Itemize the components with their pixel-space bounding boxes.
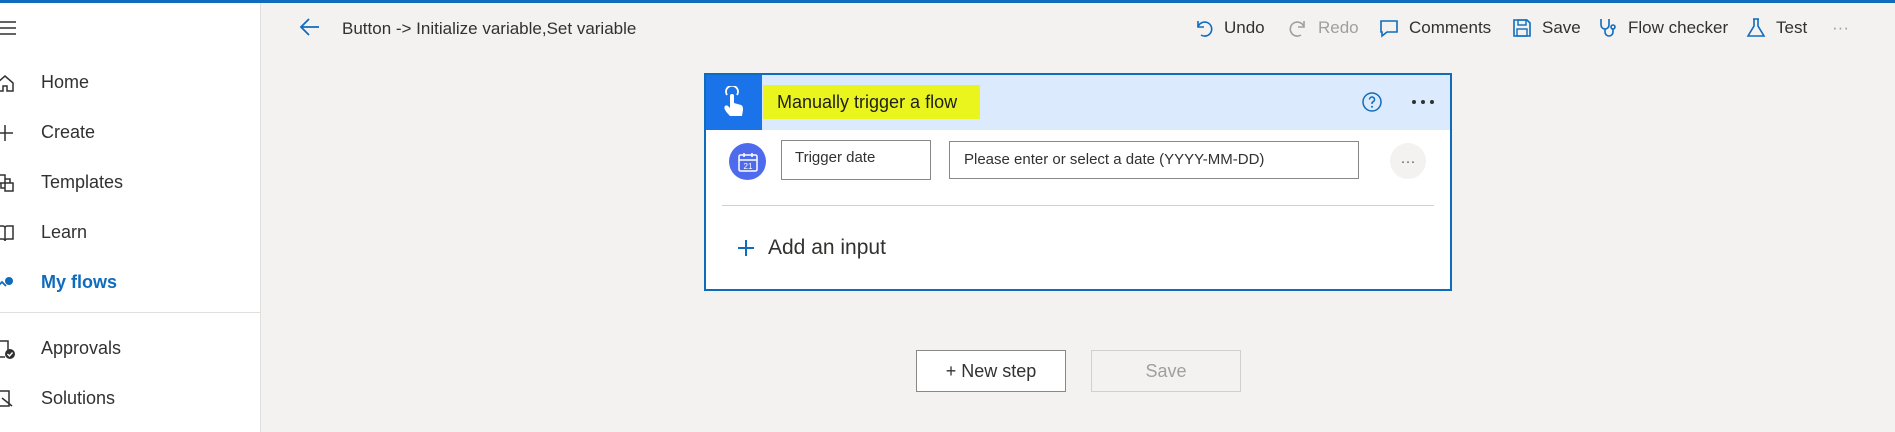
home-icon bbox=[0, 75, 14, 92]
stethoscope-icon bbox=[1600, 19, 1616, 37]
calendar-icon: 21 bbox=[729, 143, 766, 180]
sidebar-item-my-flows[interactable]: My flows bbox=[0, 265, 258, 299]
sidebar-item-learn[interactable]: Learn bbox=[0, 215, 258, 249]
sidebar-item-label: Approvals bbox=[41, 337, 122, 358]
approvals-icon bbox=[0, 340, 15, 359]
date-value-field[interactable]: Please enter or select a date (YYYY-MM-D… bbox=[949, 141, 1359, 179]
flow-title: Button -> Initialize variable,Set variab… bbox=[342, 19, 637, 38]
flask-icon bbox=[1746, 18, 1766, 37]
input-row-more-button[interactable]: ··· bbox=[1390, 143, 1426, 179]
card-more-options-icon[interactable] bbox=[1408, 89, 1438, 115]
flows-icon bbox=[0, 277, 13, 287]
input-name-field[interactable]: Trigger date bbox=[781, 140, 931, 180]
touch-hand-icon bbox=[724, 85, 743, 116]
redo-icon bbox=[1289, 21, 1305, 37]
more-commands-button[interactable]: ··· bbox=[1832, 15, 1849, 41]
plus-icon bbox=[738, 240, 754, 256]
solutions-icon bbox=[0, 390, 13, 407]
add-input-label: Add an input bbox=[768, 236, 886, 259]
templates-icon bbox=[0, 174, 14, 192]
save-button[interactable]: Save bbox=[1091, 350, 1241, 392]
sidebar-item-label: Home bbox=[41, 71, 90, 92]
help-icon[interactable] bbox=[1361, 91, 1383, 113]
sidebar-item-templates[interactable]: Templates bbox=[0, 165, 258, 199]
new-step-button[interactable]: + New step bbox=[916, 350, 1066, 392]
flow-checker-label: Flow checker bbox=[1628, 18, 1729, 37]
trigger-icon-box bbox=[706, 75, 762, 130]
plus-icon bbox=[0, 125, 13, 141]
undo-button[interactable]: Undo bbox=[1193, 15, 1265, 41]
add-input-button[interactable]: Add an input bbox=[736, 233, 886, 263]
left-navigation: Home Create Templates Learn My flows App… bbox=[0, 3, 261, 432]
save-toolbar-button[interactable]: Save bbox=[1511, 15, 1581, 41]
card-divider bbox=[722, 205, 1434, 206]
save-label: Save bbox=[1542, 18, 1581, 37]
calendar-day-text: 21 bbox=[743, 162, 752, 171]
comments-button[interactable]: Comments bbox=[1378, 15, 1491, 41]
trigger-card: Manually trigger a flow 21 Trigger date … bbox=[704, 73, 1452, 291]
flow-checker-button[interactable]: Flow checker bbox=[1597, 15, 1728, 41]
redo-button[interactable]: Redo bbox=[1287, 15, 1359, 41]
sidebar-divider bbox=[0, 312, 260, 313]
test-label: Test bbox=[1776, 18, 1808, 37]
top-accent-line bbox=[0, 0, 1895, 3]
hamburger-menu-icon[interactable] bbox=[0, 18, 18, 38]
row-more-label: ··· bbox=[1400, 152, 1416, 170]
comment-icon bbox=[1380, 20, 1398, 38]
book-icon bbox=[0, 225, 14, 242]
sidebar-item-label: Create bbox=[41, 121, 96, 142]
sidebar-item-label: Templates bbox=[41, 171, 124, 192]
undo-icon bbox=[1197, 21, 1213, 37]
sidebar-item-approvals[interactable]: Approvals bbox=[0, 331, 258, 365]
card-title[interactable]: Manually trigger a flow bbox=[763, 85, 980, 119]
sidebar-item-label: Solutions bbox=[41, 387, 116, 408]
undo-label: Undo bbox=[1224, 18, 1265, 37]
sidebar-item-label: My flows bbox=[41, 271, 118, 292]
sidebar-item-label: Learn bbox=[41, 221, 88, 242]
back-arrow-icon[interactable] bbox=[297, 15, 323, 39]
test-button[interactable]: Test bbox=[1745, 15, 1807, 41]
sidebar-item-home[interactable]: Home bbox=[0, 65, 258, 99]
save-icon bbox=[1513, 19, 1531, 37]
calendar-glyph: 21 bbox=[737, 152, 758, 172]
redo-label: Redo bbox=[1318, 18, 1359, 37]
sidebar-item-solutions[interactable]: Solutions bbox=[0, 381, 258, 415]
trigger-card-header[interactable]: Manually trigger a flow bbox=[706, 75, 1450, 130]
comments-label: Comments bbox=[1409, 18, 1492, 37]
sidebar-item-create[interactable]: Create bbox=[0, 115, 258, 149]
